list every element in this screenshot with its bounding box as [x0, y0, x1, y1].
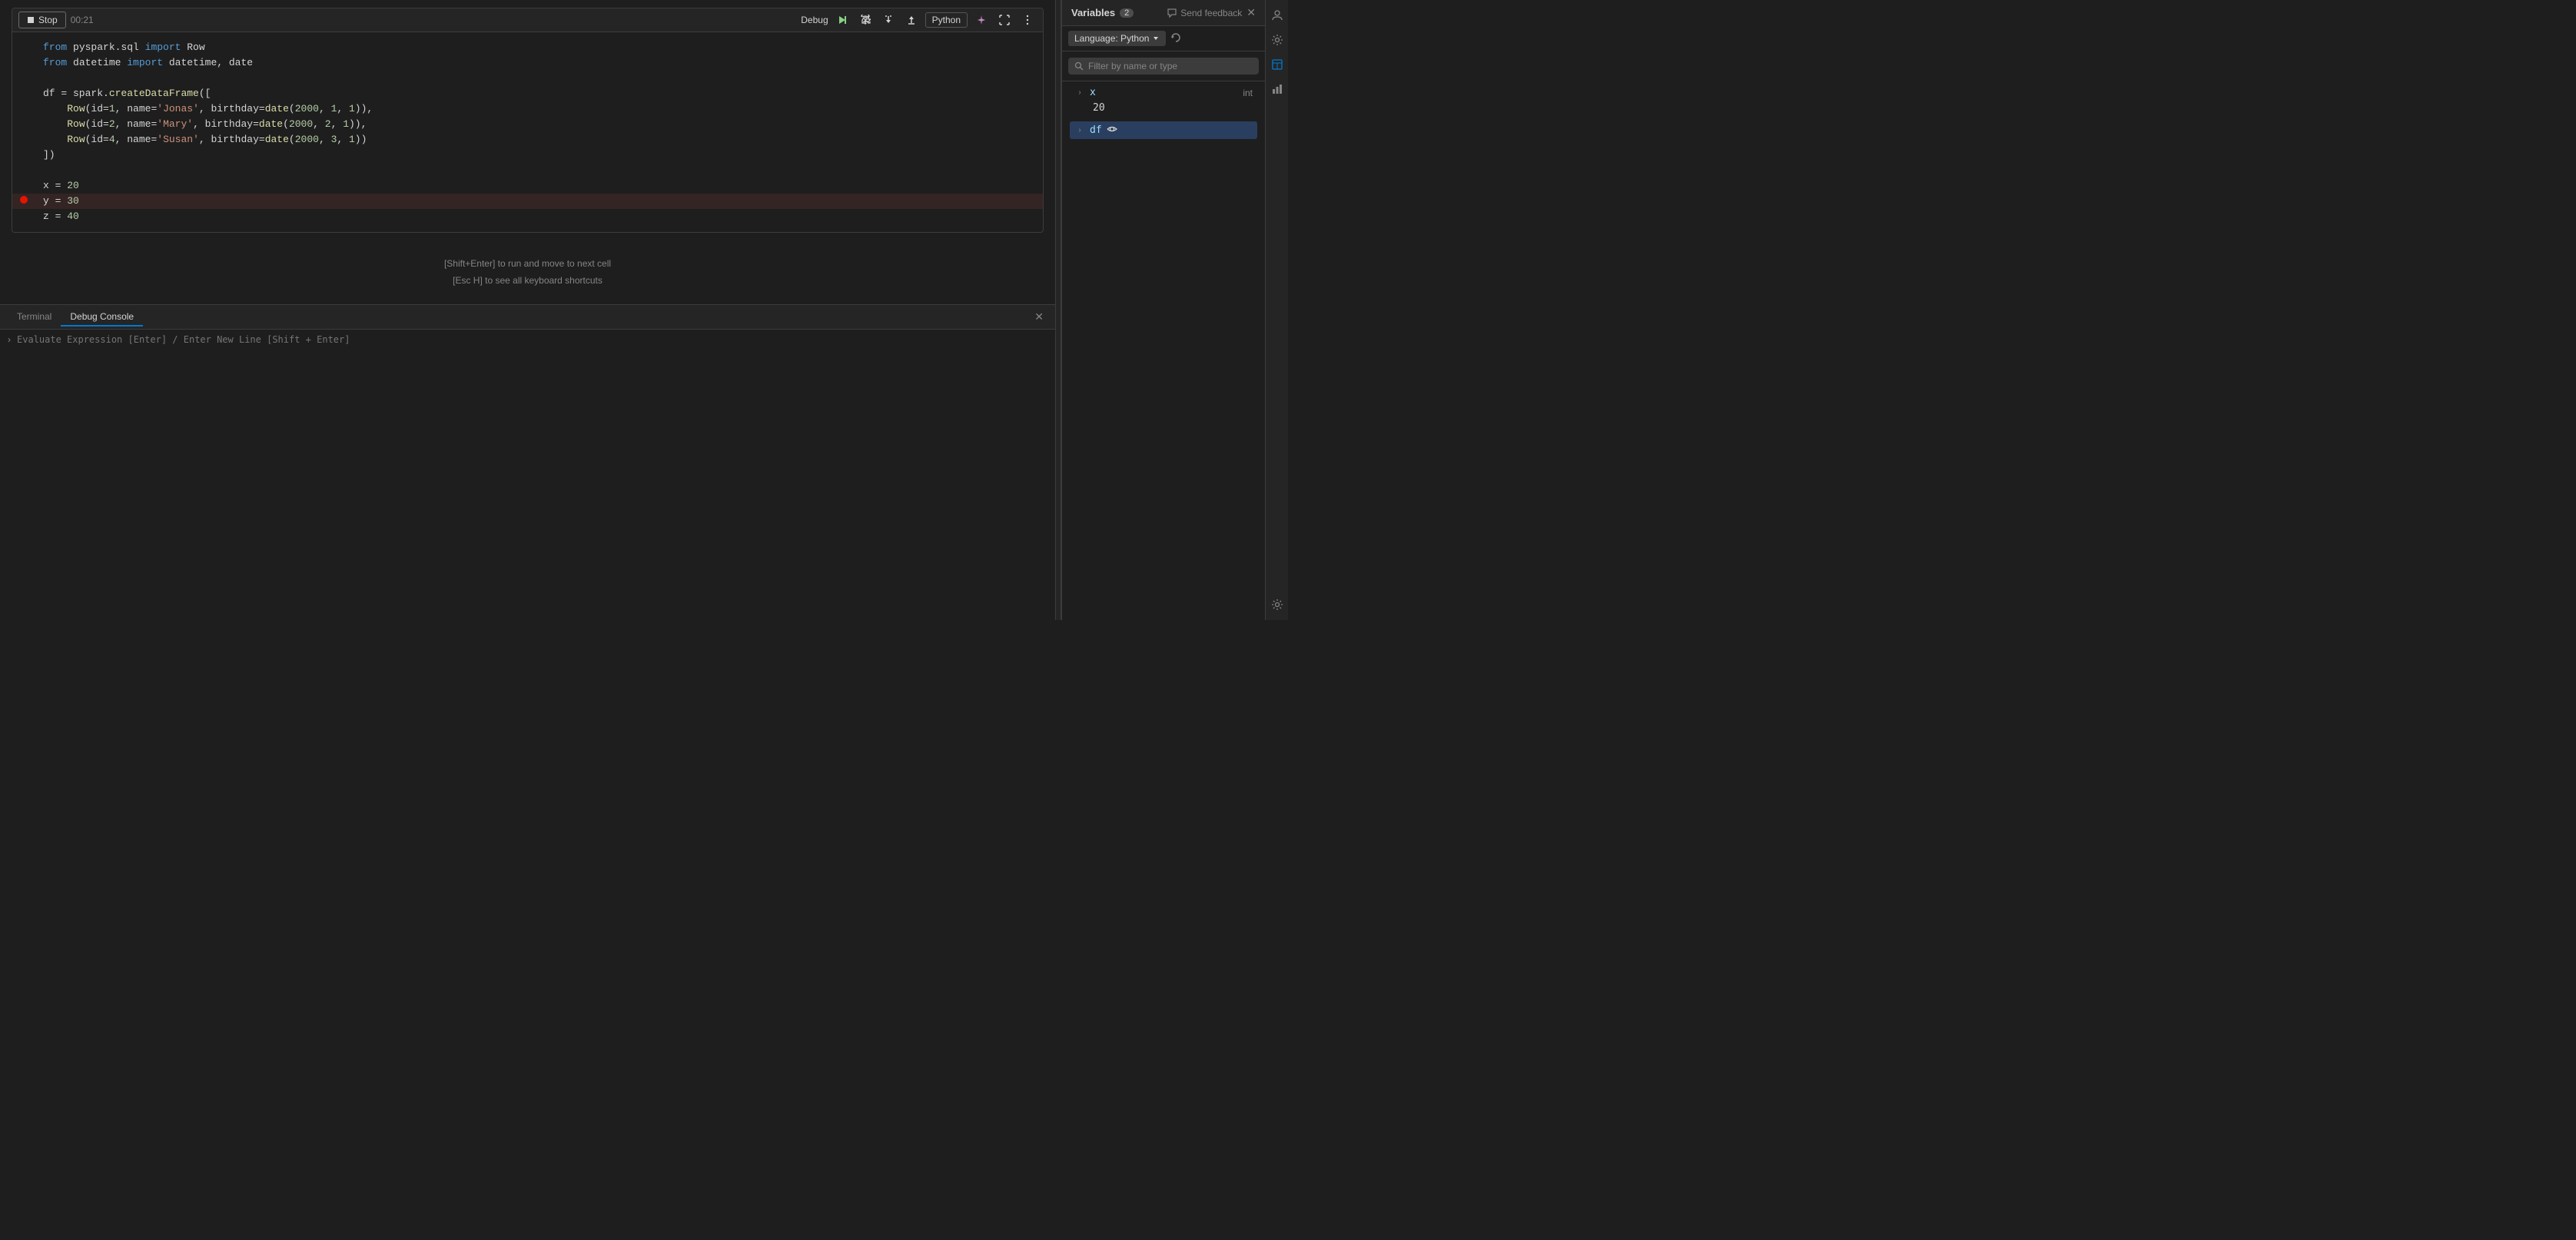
step-into-button[interactable]: [879, 12, 898, 28]
send-feedback-label: Send feedback: [1180, 8, 1242, 18]
step-into-icon: [883, 15, 894, 25]
fullscreen-icon: [999, 15, 1010, 25]
expand-x-button[interactable]: ›: [1074, 88, 1085, 97]
code-line-4: df = spark.createDataFrame([: [12, 86, 1043, 101]
timer-label: 00:21: [71, 15, 94, 25]
hint-line-1: [Shift+Enter] to run and move to next ce…: [15, 256, 1040, 273]
refresh-button[interactable]: [1170, 32, 1181, 45]
close-variables-panel-button[interactable]: ✕: [1247, 6, 1256, 19]
var-type-x: int: [1243, 88, 1253, 98]
chevron-down-icon: [1152, 35, 1160, 42]
right-sidebar-person-icon[interactable]: [1268, 6, 1286, 25]
chart-icon: [1271, 83, 1283, 95]
continue-button[interactable]: [833, 12, 851, 28]
code-line-10: x = 20: [12, 178, 1043, 194]
close-bottom-panel-button[interactable]: ✕: [1031, 309, 1047, 325]
code-editor[interactable]: from pyspark.sql import Row from datetim…: [12, 32, 1043, 232]
variable-row-df[interactable]: › df: [1070, 121, 1257, 139]
console-input[interactable]: [17, 334, 1047, 345]
cell-toolbar: Stop 00:21 Debug: [12, 8, 1043, 32]
python-badge[interactable]: Python: [925, 12, 968, 28]
console-chevron-icon: ›: [8, 334, 11, 345]
variables-icon: [1271, 58, 1283, 71]
tab-terminal[interactable]: Terminal: [8, 308, 61, 327]
code-line-1: from pyspark.sql import Row: [12, 40, 1043, 55]
tab-debug-console[interactable]: Debug Console: [61, 308, 143, 327]
step-out-button[interactable]: [902, 12, 921, 28]
stop-button[interactable]: Stop: [18, 12, 66, 28]
variable-list: › x int 20 › df: [1062, 81, 1265, 620]
notebook-area: Stop 00:21 Debug: [0, 0, 1055, 620]
stop-icon: [27, 16, 35, 24]
language-selector-row: Language: Python: [1062, 26, 1265, 51]
variables-count: 2: [1120, 8, 1134, 18]
step-over-icon: [860, 15, 871, 25]
language-label: Language: Python: [1074, 33, 1149, 44]
code-line-2: from datetime import datetime, date: [12, 55, 1043, 71]
code-line-7: Row(id=4, name='Susan', birthday=date(20…: [12, 132, 1043, 148]
gear-icon: [1271, 598, 1283, 611]
code-line-12: z = 40: [12, 209, 1043, 224]
code-line-11: y = 30: [12, 194, 1043, 209]
breakpoint-dot: [20, 196, 28, 204]
app-container: Stop 00:21 Debug: [0, 0, 1288, 620]
sparkle-icon: [976, 15, 987, 25]
variables-filter: [1062, 51, 1265, 81]
step-out-icon: [906, 15, 917, 25]
stop-label: Stop: [38, 15, 58, 25]
code-line-5: Row(id=1, name='Jonas', birthday=date(20…: [12, 101, 1043, 117]
step-over-button[interactable]: [856, 12, 875, 28]
person-icon: [1271, 9, 1283, 22]
right-sidebar-gear-icon[interactable]: [1268, 595, 1286, 614]
hint-line-2: [Esc H] to see all keyboard shortcuts: [15, 273, 1040, 290]
right-sidebar-settings-icon[interactable]: [1268, 31, 1286, 49]
panel-divider[interactable]: [1055, 0, 1061, 620]
fullscreen-button[interactable]: [995, 12, 1014, 28]
more-options-button[interactable]: [1018, 12, 1037, 28]
main-area: Stop 00:21 Debug: [0, 0, 1288, 620]
feedback-icon: [1167, 8, 1177, 18]
right-sidebar: [1265, 0, 1288, 620]
right-sidebar-chart-icon[interactable]: [1268, 80, 1286, 98]
refresh-icon: [1170, 32, 1181, 43]
variables-header: Variables 2 Send feedback ✕: [1062, 0, 1265, 26]
settings-icon: [1271, 34, 1283, 46]
send-feedback-button[interactable]: Send feedback: [1167, 8, 1242, 18]
variable-item-x: › x int 20: [1062, 81, 1265, 118]
var-name-x: x: [1090, 87, 1096, 98]
more-options-icon: [1022, 15, 1033, 25]
code-line-6: Row(id=2, name='Mary', birthday=date(200…: [12, 117, 1043, 132]
console-input-area: ›: [0, 330, 1055, 350]
variables-title: Variables: [1071, 7, 1115, 18]
eye-button-df[interactable]: [1107, 124, 1117, 137]
variable-item-df: › df: [1062, 118, 1265, 142]
var-value-x: 20: [1070, 101, 1257, 115]
variable-row-x[interactable]: › x int: [1070, 85, 1257, 101]
debug-label: Debug: [801, 15, 828, 25]
eye-icon: [1107, 124, 1117, 134]
search-icon: [1074, 61, 1084, 71]
sparkle-icon-button[interactable]: [972, 12, 991, 28]
continue-icon: [837, 15, 848, 25]
filter-input[interactable]: [1088, 61, 1253, 71]
variables-panel: Variables 2 Send feedback ✕ Language: Py…: [1061, 0, 1265, 620]
var-name-df: df: [1090, 124, 1102, 136]
filter-input-wrapper: [1068, 58, 1259, 75]
cell-container: Stop 00:21 Debug: [12, 8, 1044, 233]
bottom-tabs: Terminal Debug Console ✕: [0, 305, 1055, 330]
right-sidebar-variables-icon[interactable]: [1268, 55, 1286, 74]
bottom-panel: Terminal Debug Console ✕ ›: [0, 304, 1055, 419]
variables-actions: Send feedback ✕: [1167, 6, 1256, 19]
code-line-9: [12, 163, 1043, 178]
expand-df-button[interactable]: ›: [1074, 126, 1085, 134]
language-selector[interactable]: Language: Python: [1068, 31, 1166, 46]
cell-hints: [Shift+Enter] to run and move to next ce…: [0, 240, 1055, 304]
code-line-3: [12, 71, 1043, 86]
code-line-8: ]): [12, 148, 1043, 163]
